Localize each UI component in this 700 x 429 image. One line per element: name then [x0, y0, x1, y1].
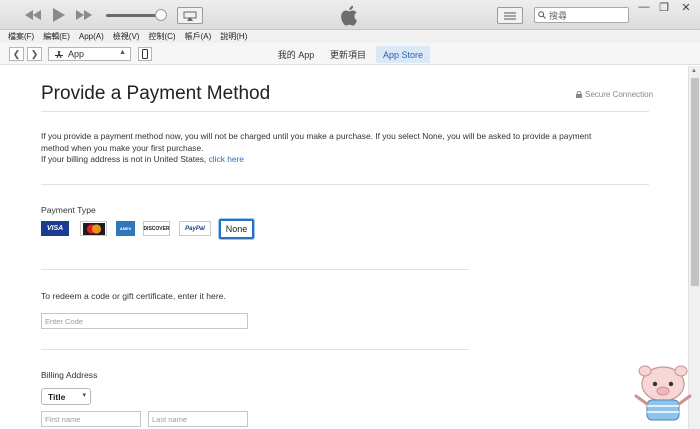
billing-note-text: If your billing address is not in United… [41, 154, 207, 164]
nav-bar: ❮ ❯ App ▲ 我的 App 更新項目 App Store [0, 43, 700, 65]
last-name-input[interactable]: Last name [148, 411, 248, 427]
minimize-icon[interactable]: — [636, 0, 652, 14]
airplay-button[interactable] [177, 7, 203, 24]
menu-account[interactable]: 帳戶(A) [185, 31, 212, 42]
menu-view[interactable]: 檢視(V) [113, 31, 140, 42]
airplay-icon [183, 11, 197, 21]
updown-caret-icon: ▲ [119, 49, 126, 56]
play-icon[interactable] [50, 0, 68, 30]
chevron-right-icon: ❯ [30, 48, 39, 59]
divider [41, 184, 649, 185]
search-icon [538, 11, 546, 19]
payment-page: Provide a Payment Method Secure Connecti… [0, 66, 688, 429]
scrollbar-thumb[interactable] [691, 78, 699, 286]
phone-icon [142, 49, 148, 59]
rewind-icon[interactable] [24, 0, 42, 30]
menu-help[interactable]: 說明(H) [220, 31, 247, 42]
fast-forward-icon[interactable] [75, 0, 93, 30]
title-select-value: Title [48, 391, 66, 402]
pig-mascot-watermark [634, 365, 692, 421]
redeem-code-input[interactable]: Enter Code [41, 313, 248, 329]
app-store-icon [55, 50, 63, 58]
scroll-up-icon[interactable]: ▲ [691, 68, 697, 74]
media-type-label: App [68, 49, 85, 59]
page-title: Provide a Payment Method [41, 83, 271, 104]
media-type-selector[interactable]: App ▲ [48, 47, 131, 61]
menu-bar: 檔案(F) 編輯(E) App(A) 檢視(V) 控制(C) 帳戶(A) 說明(… [0, 30, 700, 43]
discover-option[interactable]: DISCOVER [143, 221, 170, 236]
device-button[interactable] [138, 47, 152, 61]
search-input[interactable]: 搜尋 [534, 7, 629, 23]
menu-controls[interactable]: 控制(C) [148, 31, 175, 42]
visa-card-option[interactable]: VISA [41, 221, 69, 236]
secure-connection: Secure Connection [576, 90, 653, 99]
billing-note: If your billing address is not in United… [41, 154, 651, 166]
divider [41, 269, 469, 270]
intro-line-2: method when you make your first purchase… [41, 142, 204, 153]
tab-app-store[interactable]: App Store [376, 46, 430, 63]
tab-updates[interactable]: 更新項目 [326, 46, 370, 63]
restore-icon[interactable]: ❐ [656, 0, 672, 14]
back-button[interactable]: ❮ [9, 47, 24, 61]
forward-button[interactable]: ❯ [27, 47, 42, 61]
list-view-button[interactable] [497, 7, 523, 24]
volume-knob[interactable] [155, 9, 167, 21]
updown-caret-icon: ▾ [82, 392, 86, 399]
close-icon[interactable]: ✕ [678, 0, 694, 14]
apple-logo-icon [338, 0, 360, 30]
billing-address-label: Billing Address [41, 370, 98, 380]
redeem-label: To redeem a code or gift certificate, en… [41, 291, 226, 301]
none-option[interactable]: None [219, 219, 254, 239]
mastercard-logo-icon [82, 222, 105, 235]
click-here-link[interactable]: click here [209, 154, 244, 164]
secure-label: Secure Connection [585, 90, 654, 99]
divider [41, 349, 469, 350]
menu-file[interactable]: 檔案(F) [8, 31, 34, 42]
chevron-left-icon: ❮ [12, 48, 21, 59]
list-icon [504, 12, 516, 19]
first-name-input[interactable]: First name [41, 411, 141, 427]
intro-line-1: If you provide a payment method now, you… [41, 131, 592, 141]
mastercard-option[interactable] [80, 221, 107, 236]
lock-icon [576, 91, 582, 98]
title-select[interactable]: Title ▾ [41, 388, 91, 405]
amex-option[interactable]: AMEX [116, 221, 135, 236]
tab-my-apps[interactable]: 我的 App [272, 46, 320, 63]
menu-app[interactable]: App(A) [79, 32, 104, 41]
volume-slider[interactable] [106, 14, 162, 17]
player-bar: 搜尋 — ❐ ✕ [0, 0, 700, 30]
menu-edit[interactable]: 編輯(E) [43, 31, 70, 42]
search-placeholder: 搜尋 [549, 10, 568, 21]
intro-text: If you provide a payment method now, you… [41, 131, 651, 166]
divider [41, 111, 649, 112]
paypal-option[interactable]: PayPal [179, 221, 211, 236]
payment-type-label: Payment Type [41, 205, 96, 215]
